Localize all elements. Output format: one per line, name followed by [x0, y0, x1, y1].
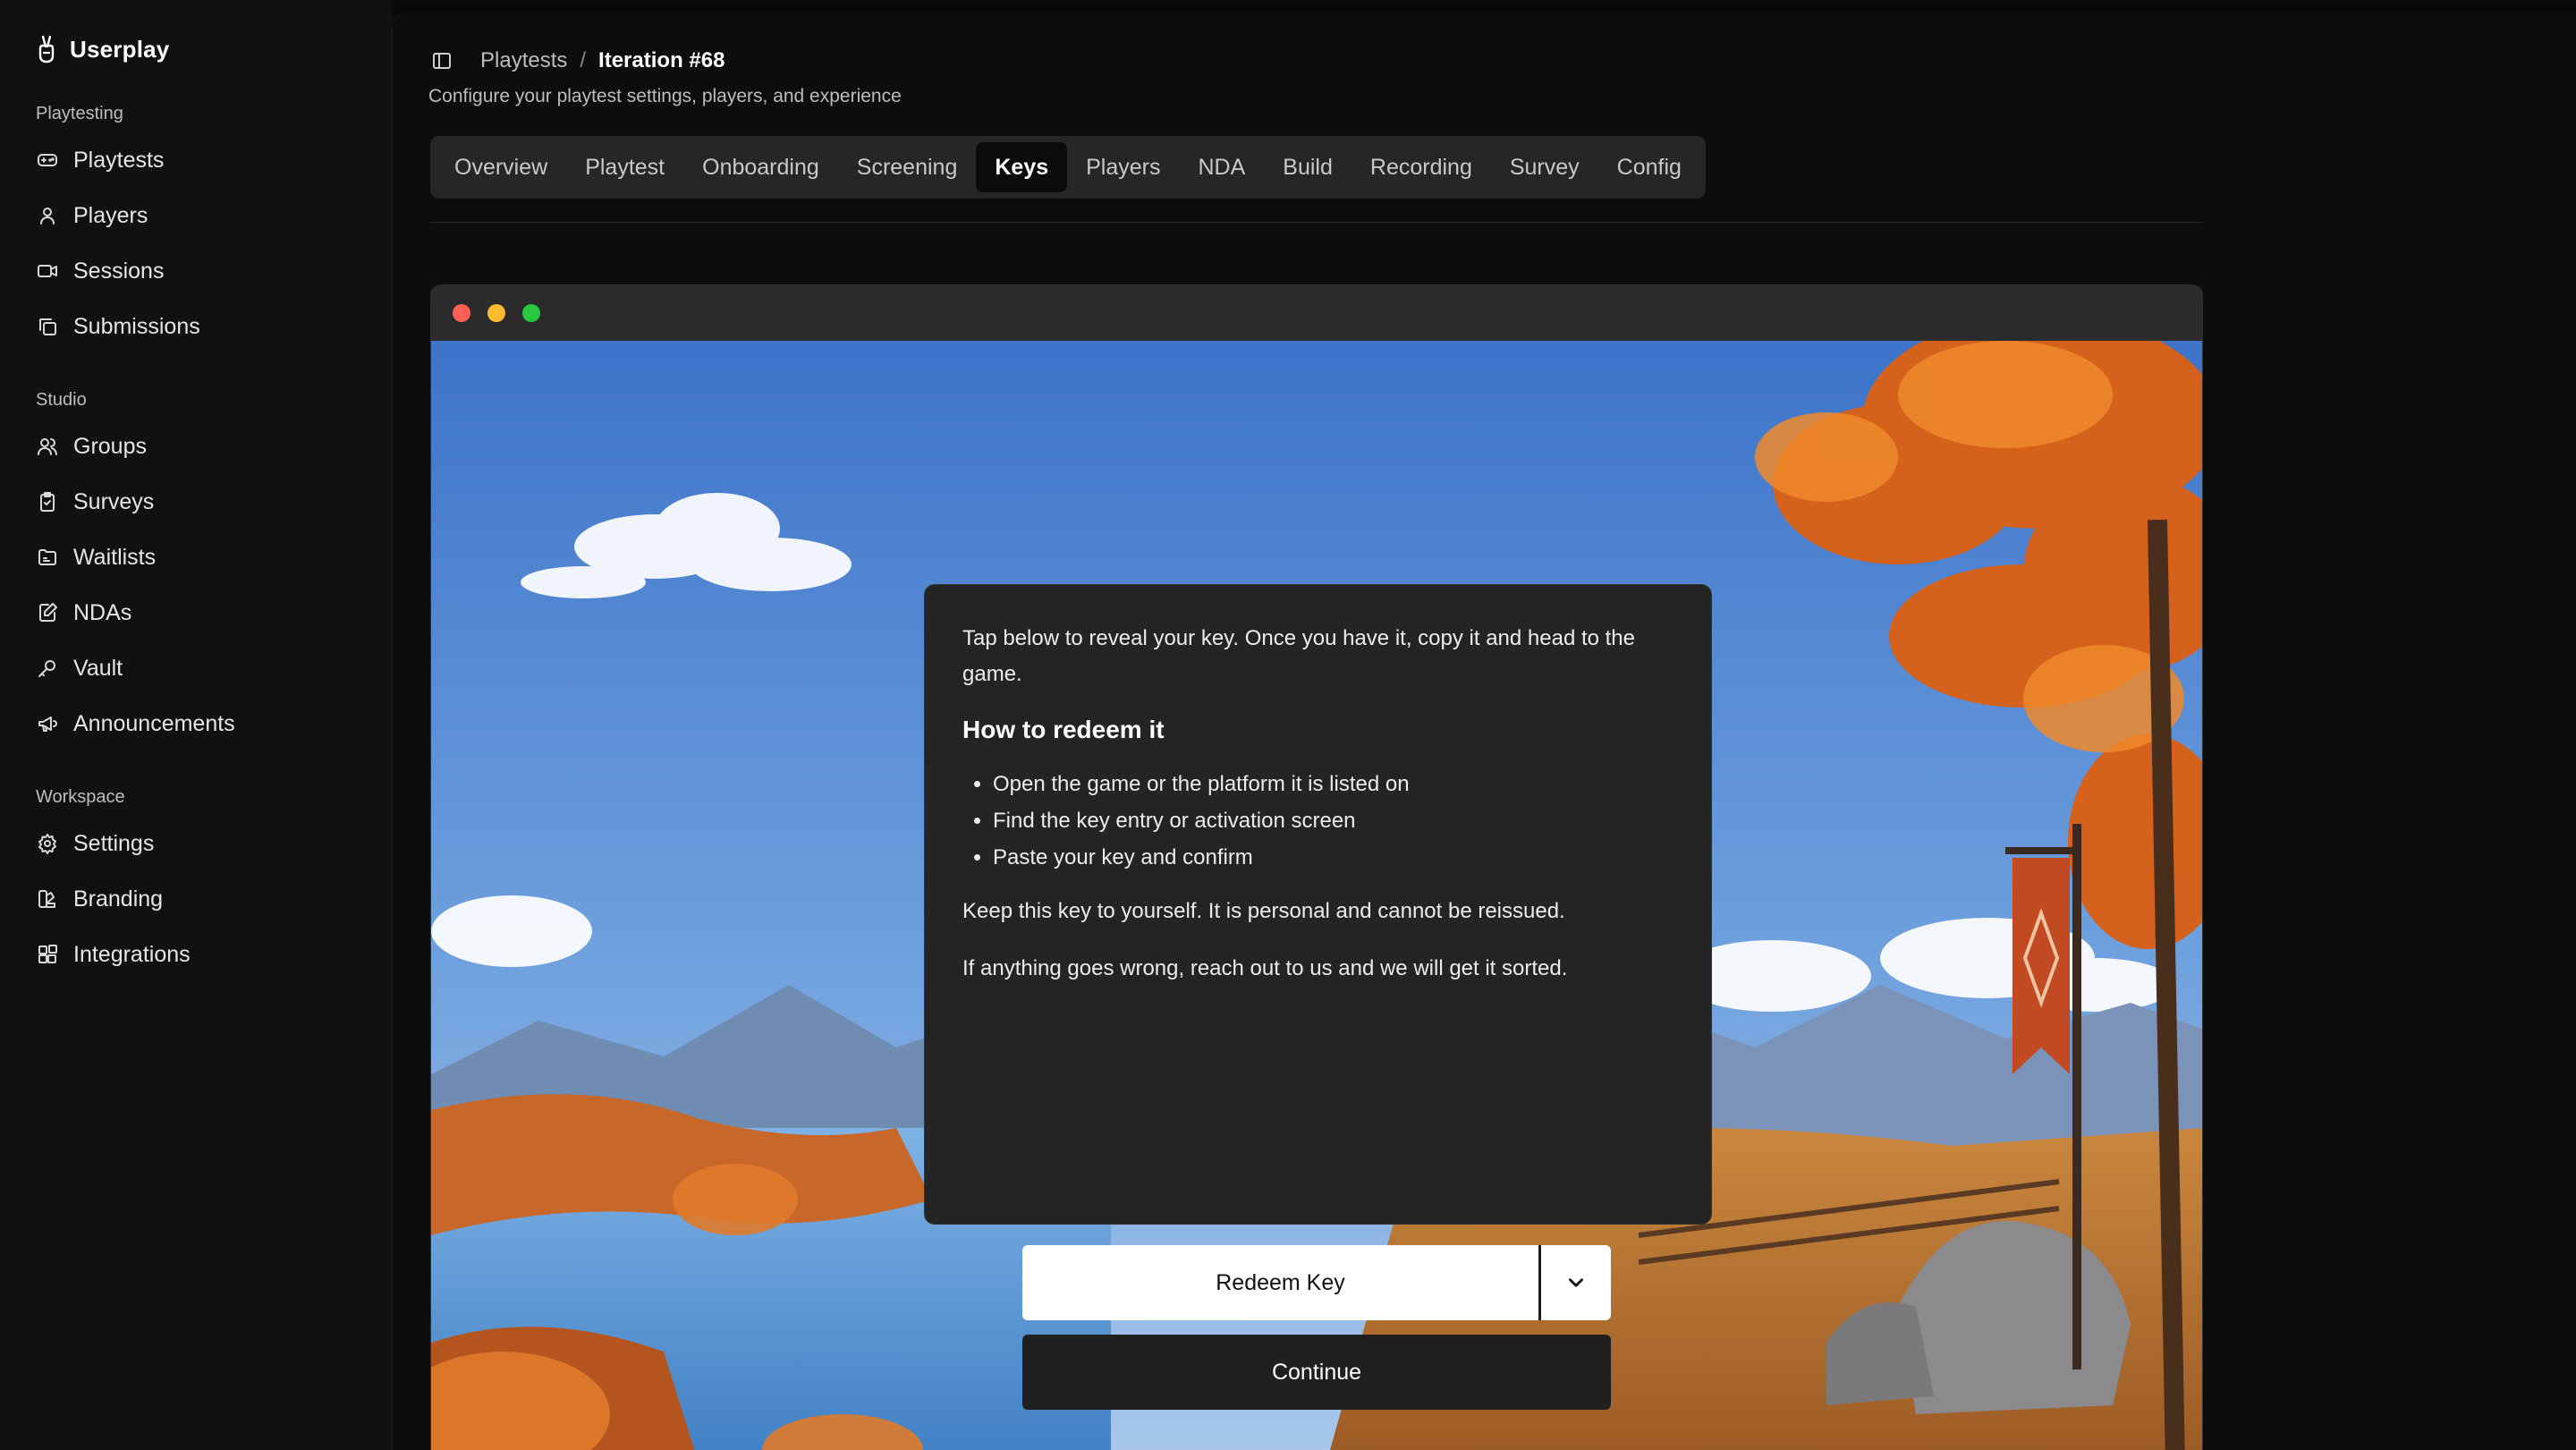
sidebar-item-branding[interactable]: Branding	[0, 871, 392, 927]
redeem-options-toggle[interactable]	[1541, 1245, 1611, 1320]
brand[interactable]: Userplay	[36, 32, 392, 66]
breadcrumb: Playtests / Iteration #68	[428, 45, 902, 77]
sidebar-item-vault[interactable]: Vault	[0, 640, 392, 696]
maximize-dot-icon	[522, 304, 540, 322]
key-instructions-card: Tap below to reveal your key. Once you h…	[924, 584, 1712, 1225]
sidebar-item-label: Submissions	[73, 313, 200, 339]
breadcrumb-playtests[interactable]: Playtests	[480, 48, 567, 73]
sidebar-item-label: Integrations	[73, 941, 191, 967]
redeem-key-button[interactable]: Redeem Key	[1022, 1245, 1541, 1320]
page-header: Playtests / Iteration #68 Configure your…	[428, 45, 902, 107]
tab-recording[interactable]: Recording	[1352, 142, 1491, 192]
sidebar-item-announcements[interactable]: Announcements	[0, 696, 392, 751]
minimize-dot-icon	[487, 304, 505, 322]
userplay-logo-icon	[38, 35, 55, 64]
card-privacy-note: Keep this key to yourself. It is persona…	[962, 899, 1565, 923]
sidebar-item-sessions[interactable]: Sessions	[0, 243, 392, 299]
key-icon	[36, 657, 59, 680]
folder-list-icon	[36, 546, 59, 569]
sidebar-item-label: Groups	[73, 433, 147, 459]
palette-icon	[36, 887, 59, 911]
sidebar-item-playtests[interactable]: Playtests	[0, 132, 392, 188]
sidebar-item-label: Players	[73, 202, 148, 228]
edit-document-icon	[36, 601, 59, 624]
tab-bar: Overview Playtest Onboarding Screening K…	[430, 136, 1706, 199]
tab-keys[interactable]: Keys	[976, 142, 1068, 192]
page-subtitle: Configure your playtest settings, player…	[428, 86, 902, 106]
users-icon	[36, 435, 59, 458]
continue-button[interactable]: Continue	[1022, 1335, 1611, 1410]
blocks-icon	[36, 943, 59, 966]
tab-divider	[430, 222, 2203, 223]
card-intro-text: Tap below to reveal your key. Once you h…	[962, 626, 1636, 686]
sidebar-item-label: Sessions	[73, 258, 165, 284]
sidebar-item-label: Surveys	[73, 488, 155, 514]
nav-section-title: Workspace	[36, 787, 125, 807]
sidebar-item-label: Settings	[73, 830, 155, 856]
sidebar-item-submissions[interactable]: Submissions	[0, 299, 392, 354]
sidebar-item-settings[interactable]: Settings	[0, 816, 392, 871]
nav-section-title: Playtesting	[36, 104, 123, 123]
sidebar-item-integrations[interactable]: Integrations	[0, 927, 392, 982]
nav-section-studio: Studio Groups Surveys Waitlists NDAs Vau…	[0, 386, 392, 751]
sidebar-item-waitlists[interactable]: Waitlists	[0, 530, 392, 585]
player-preview-window: Tap below to reveal your key. Once you h…	[430, 284, 2203, 1450]
gear-icon	[36, 832, 59, 855]
user-icon	[36, 204, 59, 227]
tab-screening[interactable]: Screening	[838, 142, 977, 192]
sidebar-item-groups[interactable]: Groups	[0, 419, 392, 474]
sidebar: Userplay Playtesting Playtests Players S…	[0, 0, 392, 1450]
main-panel: Playtests / Iteration #68 Configure your…	[392, 13, 2576, 1450]
app-name: Userplay	[70, 35, 170, 63]
tab-playtest[interactable]: Playtest	[566, 142, 683, 192]
sidebar-item-label: Playtests	[73, 147, 165, 173]
tab-overview[interactable]: Overview	[436, 142, 566, 192]
list-item: Open the game or the platform it is list…	[993, 766, 1674, 802]
sidebar-item-label: NDAs	[73, 599, 132, 625]
preview-titlebar	[431, 285, 2202, 341]
nav-section-title: Studio	[36, 390, 87, 410]
video-icon	[36, 259, 59, 283]
sidebar-item-label: Branding	[73, 886, 164, 912]
breadcrumb-current: Iteration #68	[598, 48, 725, 72]
clipboard-icon	[36, 490, 59, 513]
sidebar-item-label: Announcements	[73, 710, 235, 736]
tab-onboarding[interactable]: Onboarding	[683, 142, 838, 192]
tab-players[interactable]: Players	[1067, 142, 1179, 192]
chevron-down-icon	[1569, 1278, 1583, 1287]
nav-section-workspace: Workspace Settings Branding Integrations	[0, 784, 392, 982]
list-item: Paste your key and confirm	[993, 839, 1674, 876]
sidebar-item-surveys[interactable]: Surveys	[0, 474, 392, 530]
tab-config[interactable]: Config	[1598, 142, 1700, 192]
sidebar-toggle-icon[interactable]	[428, 47, 455, 74]
list-item: Find the key entry or activation screen	[993, 802, 1674, 839]
card-heading: How to redeem it	[962, 716, 1165, 743]
megaphone-icon	[36, 712, 59, 735]
tab-nda[interactable]: NDA	[1180, 142, 1265, 192]
close-dot-icon	[453, 304, 470, 322]
gamepad-icon	[36, 148, 59, 172]
redeem-steps-list: Open the game or the platform it is list…	[962, 766, 1674, 876]
sidebar-item-ndas[interactable]: NDAs	[0, 585, 392, 640]
breadcrumb-separator: /	[580, 48, 587, 72]
tab-build[interactable]: Build	[1264, 142, 1352, 192]
sidebar-item-players[interactable]: Players	[0, 188, 392, 243]
sidebar-item-label: Waitlists	[73, 544, 157, 570]
nav-section-playtesting: Playtesting Playtests Players Sessions S…	[0, 100, 392, 354]
tab-survey[interactable]: Survey	[1491, 142, 1598, 192]
copy-icon	[36, 315, 59, 338]
card-help-note: If anything goes wrong, reach out to us …	[962, 956, 1568, 980]
redeem-key-button-group: Redeem Key	[1022, 1245, 1611, 1320]
sidebar-item-label: Vault	[73, 655, 123, 681]
